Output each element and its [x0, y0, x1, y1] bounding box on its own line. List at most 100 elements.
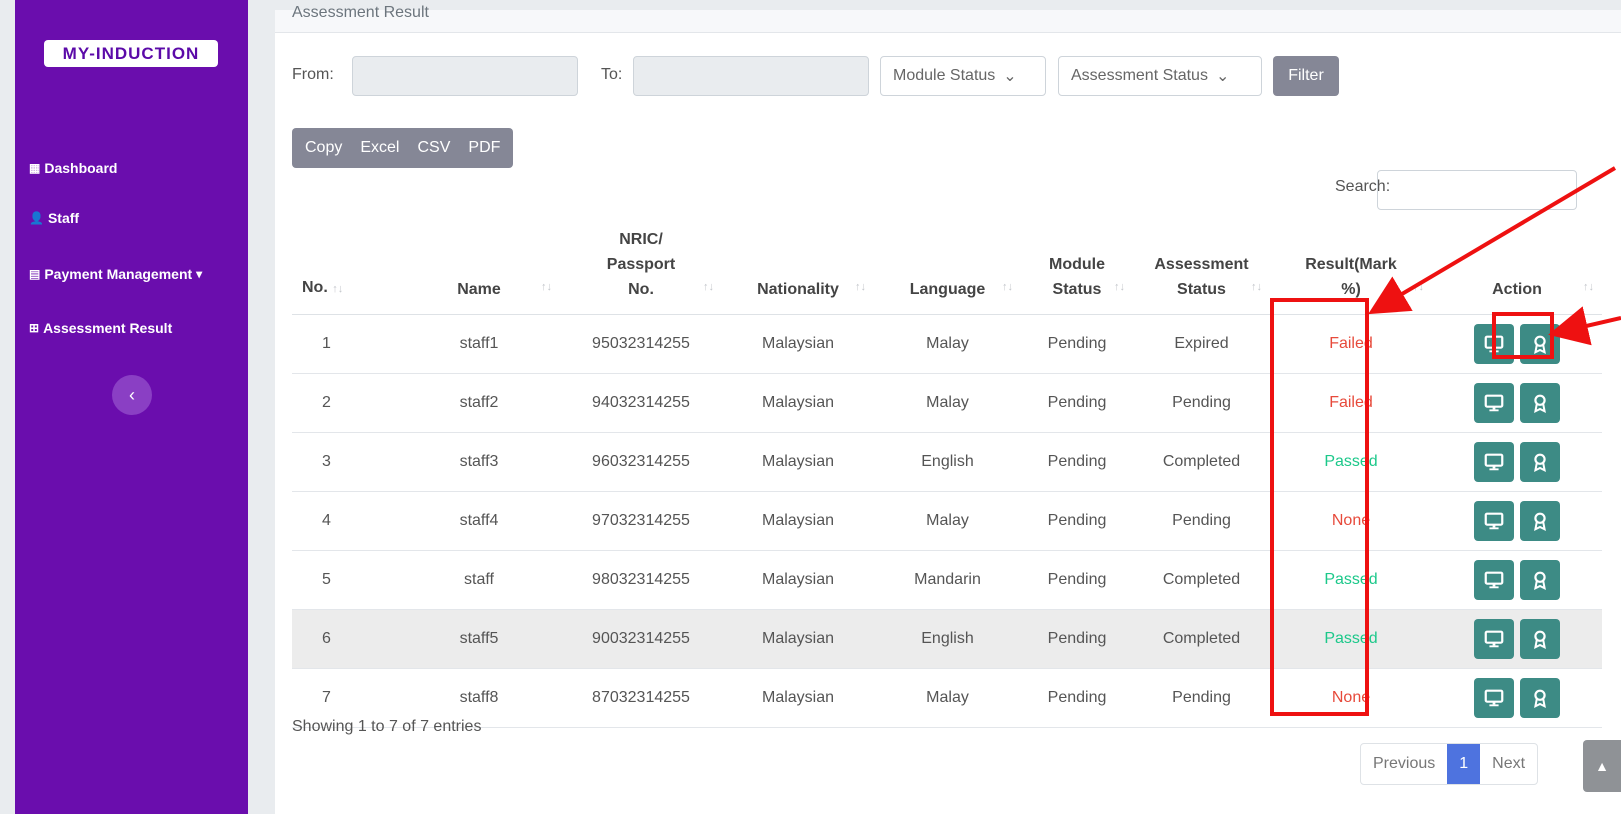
cell-assessment-status: Completed [1133, 609, 1270, 669]
scroll-to-top-button[interactable]: ▲ [1583, 740, 1621, 792]
from-date-input[interactable] [352, 56, 578, 96]
cell-no: 6 [292, 609, 398, 669]
sidebar-item-label: Dashboard [44, 160, 118, 176]
sidebar-item-dashboard[interactable]: ▦ Dashboard [29, 160, 117, 176]
cell-language: Malay [874, 491, 1021, 551]
sidebar-toggle-button[interactable]: ‹ [112, 375, 152, 415]
col-module-status[interactable]: Module Status ↑↓ [1021, 210, 1133, 315]
view-module-button[interactable] [1474, 619, 1514, 659]
next-page-button[interactable]: Next [1480, 744, 1537, 784]
result-column-highlight-box [1270, 298, 1369, 716]
award-icon [1529, 569, 1551, 591]
sidebar: MY-INDUCTION ▦ Dashboard 👤 Staff ▤ Payme… [15, 0, 248, 814]
chevron-up-icon: ▲ [1595, 758, 1609, 774]
cell-assessment-status: Pending [1133, 668, 1270, 728]
excel-button[interactable]: Excel [351, 139, 408, 157]
sidebar-item-label: Staff [47, 210, 80, 226]
cell-nric: 98032314255 [560, 550, 722, 610]
view-certificate-button[interactable] [1520, 442, 1560, 482]
sidebar-item-label: Assessment Result [43, 320, 173, 336]
view-module-button[interactable] [1474, 678, 1514, 718]
pdf-button[interactable]: PDF [459, 139, 509, 157]
header-label: NRIC/ [619, 231, 663, 248]
view-certificate-button[interactable] [1520, 619, 1560, 659]
cell-name: staff1 [398, 314, 560, 374]
table-info: Showing 1 to 7 of 7 entries [292, 718, 482, 735]
cell-nric: 87032314255 [560, 668, 722, 728]
table-row: 1 staff1 95032314255 Malaysian Malay Pending E… [292, 314, 1602, 374]
sort-icon: ↑↓ [855, 281, 866, 293]
to-date-input[interactable] [633, 56, 869, 96]
view-certificate-button[interactable] [1520, 501, 1560, 541]
cell-module-status: Pending [1021, 491, 1133, 551]
cell-action [1432, 432, 1602, 492]
table-row: 3 staff3 96032314255 Malaysian English Pendin… [292, 432, 1602, 492]
to-label: To: [601, 66, 623, 83]
view-module-button[interactable] [1474, 442, 1514, 482]
col-language[interactable]: Language ↑↓ [874, 210, 1021, 315]
cell-module-status: Pending [1021, 550, 1133, 610]
cell-action [1432, 609, 1602, 669]
cell-nric: 90032314255 [560, 609, 722, 669]
cell-name: staff3 [398, 432, 560, 492]
sidebar-item-payment-management[interactable]: ▤ Payment Management ▾ [29, 266, 202, 282]
view-certificate-button[interactable] [1520, 560, 1560, 600]
card-title: Assessment Result [292, 4, 429, 21]
header-label: %) [1341, 281, 1361, 298]
view-module-button[interactable] [1474, 383, 1514, 423]
header-label: Result(Mark [1305, 256, 1397, 273]
previous-page-button[interactable]: Previous [1361, 744, 1447, 784]
sidebar-item-assessment-result[interactable]: ⊞ Assessment Result [29, 320, 172, 336]
table-row: 7 staff8 87032314255 Malaysian Malay Pending P… [292, 668, 1602, 728]
list-alt-icon: ▤ [29, 267, 41, 281]
copy-button[interactable]: Copy [296, 139, 351, 157]
col-no[interactable]: No. ↑↓ [292, 210, 398, 315]
cell-no: 2 [292, 373, 398, 433]
monitor-icon [1483, 628, 1505, 650]
cell-action [1432, 668, 1602, 728]
cell-nationality: Malaysian [722, 609, 874, 669]
assessment-status-select[interactable]: Assessment Status ⌄ [1058, 56, 1262, 96]
sidebar-item-staff[interactable]: 👤 Staff [29, 210, 79, 226]
col-action[interactable]: Action ↑↓ [1432, 210, 1602, 315]
cell-language: Malay [874, 668, 1021, 728]
cell-assessment-status: Pending [1133, 491, 1270, 551]
monitor-icon [1483, 687, 1505, 709]
header-label: Name [457, 281, 501, 298]
col-name[interactable]: Name ↑↓ [398, 210, 560, 315]
grid-icon: ▦ [29, 161, 41, 175]
cell-no: 4 [292, 491, 398, 551]
col-nric[interactable]: NRIC/ Passport No. ↑↓ [560, 210, 722, 315]
header-label: No. [628, 281, 654, 298]
cell-action [1432, 550, 1602, 610]
sort-icon: ↑↓ [1251, 281, 1262, 293]
header-label: Action [1492, 281, 1542, 298]
module-status-select[interactable]: Module Status ⌄ [880, 56, 1046, 96]
app-logo[interactable]: MY-INDUCTION [44, 40, 218, 67]
sort-icon: ↑↓ [1413, 281, 1424, 293]
view-module-button[interactable] [1474, 501, 1514, 541]
chevron-down-icon: ⌄ [1215, 68, 1230, 85]
cell-nationality: Malaysian [722, 314, 874, 374]
cell-nationality: Malaysian [722, 550, 874, 610]
cell-name: staff [398, 550, 560, 610]
col-nationality[interactable]: Nationality ↑↓ [722, 210, 874, 315]
table-header-row: No. ↑↓ Name ↑↓ NRIC/ Passport No. ↑↓ Natio… [292, 210, 1602, 315]
cell-name: staff2 [398, 373, 560, 433]
page-1-button[interactable]: 1 [1447, 744, 1481, 784]
header-label: Status [1177, 281, 1226, 298]
chevron-left-icon: ‹ [129, 384, 135, 405]
cell-assessment-status: Completed [1133, 550, 1270, 610]
search-input[interactable] [1377, 170, 1577, 210]
filter-button[interactable]: Filter [1273, 56, 1339, 96]
col-assessment-status[interactable]: Assessment Status ↑↓ [1133, 210, 1270, 315]
csv-button[interactable]: CSV [408, 139, 459, 157]
view-module-button[interactable] [1474, 560, 1514, 600]
cell-language: English [874, 609, 1021, 669]
table-row: 4 staff4 97032314255 Malaysian Malay Pending P… [292, 491, 1602, 551]
header-label: Status [1052, 281, 1102, 298]
view-certificate-button[interactable] [1520, 383, 1560, 423]
cell-module-status: Pending [1021, 373, 1133, 433]
monitor-icon [1483, 451, 1505, 473]
view-certificate-button[interactable] [1520, 678, 1560, 718]
